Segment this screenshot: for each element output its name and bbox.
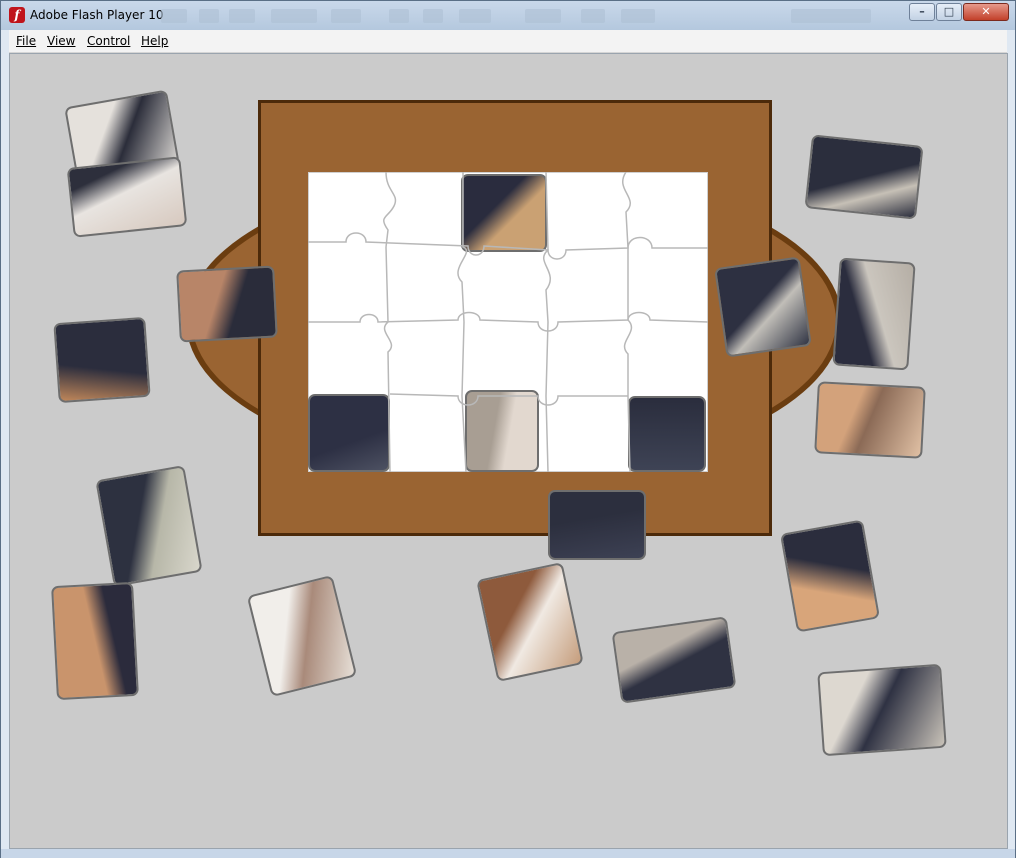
close-button[interactable]: ✕ [963, 3, 1009, 21]
seam [542, 172, 552, 472]
app-window: f Adobe Flash Player 10 – □ ✕ File View … [0, 0, 1016, 858]
seam [308, 232, 708, 260]
ghost-toolbar-item [581, 9, 605, 23]
maximize-button[interactable]: □ [936, 3, 962, 21]
ghost-toolbar-item [423, 9, 443, 23]
window-frame-bottom [1, 849, 1015, 858]
ghost-toolbar-item [161, 9, 187, 23]
loose-piece[interactable] [817, 663, 947, 757]
menu-file[interactable]: File [16, 34, 36, 48]
ghost-toolbar-item [459, 9, 491, 23]
ghost-toolbar-item [229, 9, 255, 23]
seam [383, 246, 393, 472]
seam [389, 393, 628, 406]
ghost-toolbar-item [525, 9, 561, 23]
loose-piece[interactable] [832, 257, 916, 371]
menu-view[interactable]: View [47, 34, 75, 48]
loose-piece[interactable] [51, 581, 139, 701]
menu-control[interactable]: Control [87, 34, 130, 48]
board-grid [308, 172, 708, 472]
seam [308, 311, 708, 332]
loose-piece[interactable] [66, 156, 188, 238]
ghost-toolbar-item [199, 9, 219, 23]
menu-control-label: Control [87, 34, 131, 48]
seam [622, 172, 633, 472]
loose-piece[interactable] [246, 574, 358, 698]
loose-piece[interactable] [804, 134, 924, 220]
minimize-button[interactable]: – [909, 3, 935, 21]
loose-piece[interactable] [779, 519, 881, 633]
ghost-toolbar-item [271, 9, 317, 23]
loose-piece[interactable] [476, 561, 584, 683]
loose-piece[interactable] [611, 616, 737, 704]
ghost-toolbar-item [331, 9, 361, 23]
loose-piece[interactable] [714, 256, 812, 358]
flash-stage[interactable] [9, 53, 1008, 849]
menu-help-label: Help [141, 34, 169, 48]
grid-lines [308, 172, 708, 472]
loose-piece[interactable] [53, 316, 151, 404]
menu-bar: File View Control Help [9, 30, 1007, 53]
title-bar[interactable]: f Adobe Flash Player 10 – □ ✕ [1, 1, 1015, 30]
loose-piece[interactable] [176, 265, 278, 343]
menu-help[interactable]: Help [141, 34, 168, 48]
loose-piece[interactable] [814, 381, 926, 459]
ghost-toolbar-item [621, 9, 655, 23]
ghost-toolbar-item [791, 9, 871, 23]
menu-file-label: File [16, 34, 37, 48]
loose-piece[interactable] [95, 465, 203, 587]
seam [457, 172, 468, 472]
flash-icon: f [9, 7, 25, 23]
window-title: Adobe Flash Player 10 [30, 8, 164, 22]
seam [383, 172, 397, 248]
menu-view-label: View [47, 34, 76, 48]
ghost-toolbar-item [389, 9, 409, 23]
loose-piece[interactable] [548, 490, 646, 560]
